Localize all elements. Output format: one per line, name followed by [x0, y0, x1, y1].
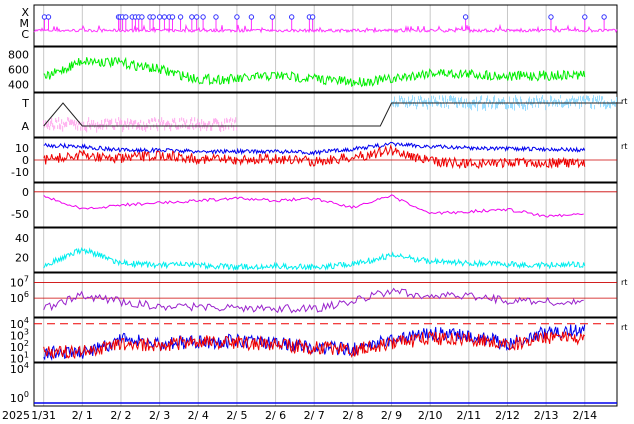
x-tick-label: 2/ 5	[226, 409, 247, 422]
flare-marker	[193, 14, 200, 20]
y-tick-label: 600	[8, 64, 29, 77]
flare-marker	[169, 14, 176, 20]
y-tick-label: 100	[10, 390, 29, 405]
y-tick-label: 104	[10, 361, 29, 376]
x-axis-year-label: 2025	[2, 409, 30, 422]
x-tick-label: 2/14	[572, 409, 597, 422]
y-tick-label: 800	[8, 49, 29, 62]
y-tick-label: 400	[8, 79, 29, 92]
y-tick-label: C	[21, 28, 29, 41]
x-tick-label: 2/13	[534, 409, 559, 422]
panel-8: 101102103104rt	[10, 316, 628, 366]
panel-1: XMC	[20, 4, 618, 47]
x-tick-label: 2/11	[456, 409, 481, 422]
x-tick-label: 2/10	[418, 409, 443, 422]
panel-4: -10010 rt	[11, 137, 627, 183]
x-tick-label: 2/ 8	[342, 409, 363, 422]
y-tick-label: A	[21, 120, 29, 133]
x-tick-label: 2/ 9	[381, 409, 402, 422]
panel-6: 2040	[15, 227, 618, 273]
flare-marker	[234, 14, 240, 20]
y-tick-label: -50	[11, 208, 29, 221]
y-tick-label: 107	[10, 274, 29, 289]
right-axis-label: rt	[621, 142, 627, 151]
x-tick-label: 2/ 6	[265, 409, 286, 422]
stacked-timeseries-chart: XMC400600800TArt-10010 rt-5002040106107 rt…	[2, 4, 628, 422]
y-tick-label: 0	[22, 186, 29, 199]
y-tick-label: 20	[15, 251, 29, 264]
flare-marker	[123, 14, 129, 20]
flare-marker	[309, 14, 316, 20]
flare-marker	[200, 14, 206, 20]
y-tick-label: 40	[15, 232, 29, 245]
x-tick-label: 2/ 3	[149, 409, 170, 422]
right-axis-label: rt	[621, 278, 627, 287]
panel-7: 106107 rt	[10, 272, 627, 318]
flare-marker	[601, 14, 607, 20]
flare-marker	[161, 14, 168, 20]
flare-marker	[248, 14, 255, 20]
right-axis-label: rt	[621, 323, 627, 332]
panel-9: 104 100	[10, 361, 618, 407]
flare-marker	[288, 14, 295, 20]
y-tick-label: 0	[22, 154, 29, 167]
flare-marker	[150, 14, 156, 20]
flare-marker	[177, 14, 184, 20]
flare-marker	[269, 14, 276, 20]
flare-marker	[189, 14, 195, 20]
panel-2: 400 600 800	[8, 46, 618, 93]
y-tick-label: 10	[15, 142, 29, 155]
x-tick-label: 2/ 4	[188, 409, 209, 422]
y-tick-label: T	[21, 97, 29, 110]
series-line	[43, 194, 584, 218]
x-axis: 2025 1/31 2/ 1 2/ 2 2/ 3 2/ 4 2/ 5 2/ 6 2/ 7 2/ …	[2, 409, 597, 422]
flare-marker	[213, 14, 219, 20]
y-tick-label: -10	[11, 166, 29, 179]
flare-marker	[139, 14, 145, 20]
x-tick-label: 1/31	[31, 409, 56, 422]
x-tick-label: 2/ 7	[304, 409, 325, 422]
right-axis-label: rt	[621, 97, 627, 106]
flare-marker	[45, 14, 52, 20]
flare-marker	[156, 14, 163, 20]
flare-marker	[582, 14, 588, 20]
x-tick-label: 2/ 1	[72, 409, 93, 422]
x-tick-label: 2/12	[495, 409, 520, 422]
series-line	[43, 287, 584, 314]
flare-marker	[462, 14, 469, 20]
y-tick-label: 106	[10, 290, 29, 305]
flare-marker	[548, 14, 554, 20]
x-tick-label: 2/ 2	[110, 409, 131, 422]
panel-3: TArt	[21, 92, 627, 138]
chart-panels: XMC400600800TArt-10010 rt-5002040106107 rt…	[8, 4, 628, 407]
